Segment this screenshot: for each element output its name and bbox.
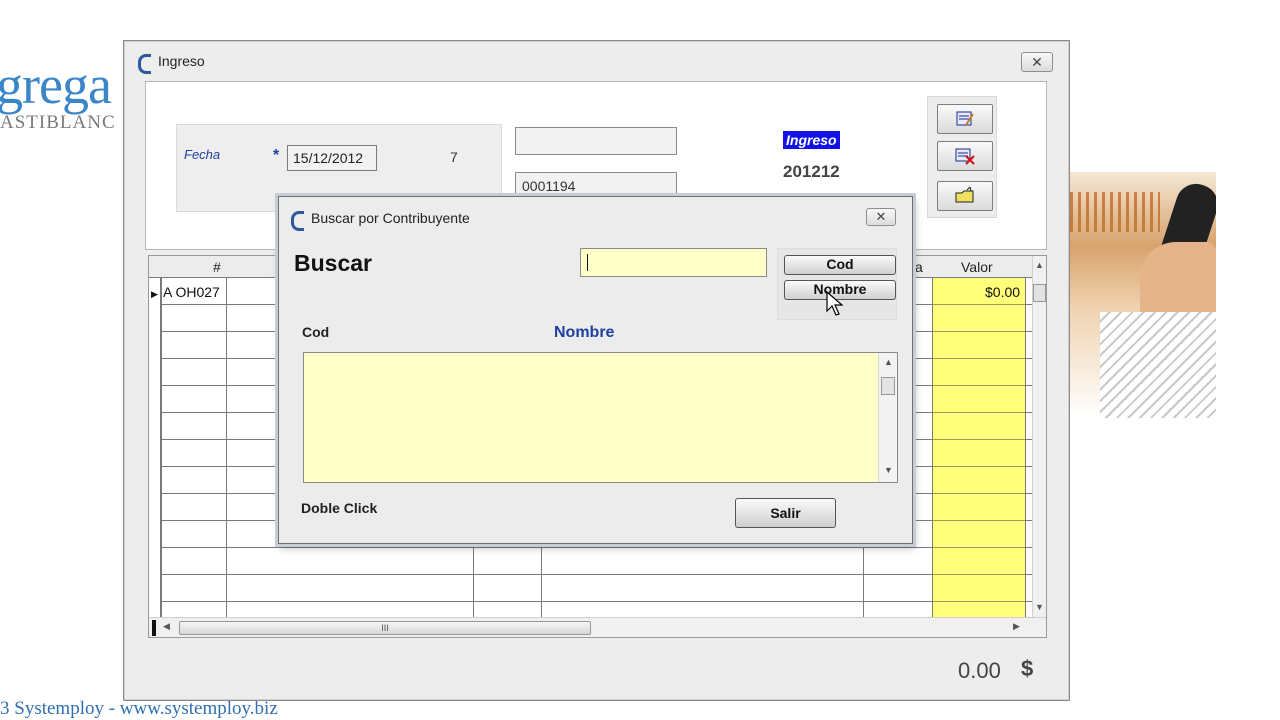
- salir-button[interactable]: Salir: [735, 498, 836, 528]
- column-a: a: [915, 259, 923, 275]
- grid-vscroll-thumb[interactable]: [1033, 284, 1046, 302]
- grid-cell-valor[interactable]: $0.00: [985, 284, 1020, 300]
- fecha-label: Fecha: [184, 147, 221, 162]
- ingreso-code: 201212: [783, 162, 840, 181]
- column-valor: Valor: [961, 259, 993, 275]
- results-column-nombre: Nombre: [554, 324, 615, 341]
- dialog-app-icon: [289, 210, 305, 231]
- results-scrollbar[interactable]: ▲ ▼: [878, 353, 897, 482]
- app-icon: [136, 53, 152, 74]
- delete-button[interactable]: [937, 141, 993, 171]
- scroll-down-icon[interactable]: ▼: [1035, 602, 1044, 612]
- scroll-up-icon[interactable]: ▲: [1035, 260, 1044, 270]
- record-number: 7: [450, 149, 458, 165]
- grid-cell-id[interactable]: A OH027: [163, 284, 220, 300]
- column-hash: #: [213, 259, 221, 275]
- edit-button[interactable]: [937, 104, 993, 134]
- folder-icon: [955, 187, 974, 203]
- total-amount: 0.00: [958, 658, 1001, 683]
- buscar-dialog: Buscar por Contribuyente ✕ Buscar Cod No…: [278, 196, 913, 544]
- brand-logo: grega: [0, 55, 112, 115]
- dialog-close-button[interactable]: ✕: [866, 208, 896, 226]
- delete-icon: [955, 148, 975, 165]
- valor-column-cells[interactable]: [933, 278, 1025, 618]
- window-titlebar[interactable]: Ingreso ✕: [124, 41, 1069, 81]
- currency-symbol: $: [1021, 656, 1034, 681]
- row-pointer-icon: ▶: [151, 289, 158, 299]
- edit-icon: [956, 111, 974, 126]
- text-caret: [587, 254, 588, 271]
- dialog-titlebar[interactable]: Buscar por Contribuyente ✕: [279, 197, 912, 239]
- results-scroll-thumb[interactable]: [881, 377, 895, 395]
- footer-website: 3 Systemploy - www.systemploy.biz: [0, 698, 278, 719]
- open-button[interactable]: [937, 181, 993, 211]
- grid-vertical-scrollbar[interactable]: ▲ ▼: [1032, 256, 1046, 618]
- dialog-heading: Buscar: [294, 250, 372, 276]
- scroll-right-icon[interactable]: ▶: [1013, 621, 1020, 632]
- ingreso-badge: Ingreso: [783, 131, 840, 149]
- double-click-hint: Doble Click: [301, 500, 378, 516]
- grid-horizontal-scrollbar[interactable]: ◀ III ▶: [149, 617, 1046, 637]
- background-photo: [1070, 172, 1216, 418]
- fecha-field[interactable]: 15/12/2012: [287, 145, 377, 171]
- grid-hscroll-thumb[interactable]: III: [179, 621, 591, 635]
- results-column-cod: Cod: [302, 324, 330, 340]
- scroll-left-icon[interactable]: ◀: [163, 621, 170, 632]
- toolbar-panel: [927, 96, 997, 218]
- dialog-title: Buscar por Contribuyente: [311, 210, 470, 226]
- brand-subtitle: ASTIBLANC: [0, 112, 116, 133]
- mouse-cursor-icon: [826, 291, 844, 316]
- required-mark: *: [273, 147, 280, 164]
- results-scroll-down-icon[interactable]: ▼: [884, 465, 893, 475]
- window-close-button[interactable]: ✕: [1021, 52, 1053, 72]
- results-scroll-up-icon[interactable]: ▲: [884, 357, 893, 367]
- search-input[interactable]: [580, 248, 767, 277]
- window-title: Ingreso: [158, 53, 205, 69]
- results-list[interactable]: ▲ ▼: [303, 352, 898, 483]
- row-selector[interactable]: ▶: [149, 278, 161, 618]
- text-field-top[interactable]: [515, 127, 677, 155]
- cod-button[interactable]: Cod: [784, 255, 896, 275]
